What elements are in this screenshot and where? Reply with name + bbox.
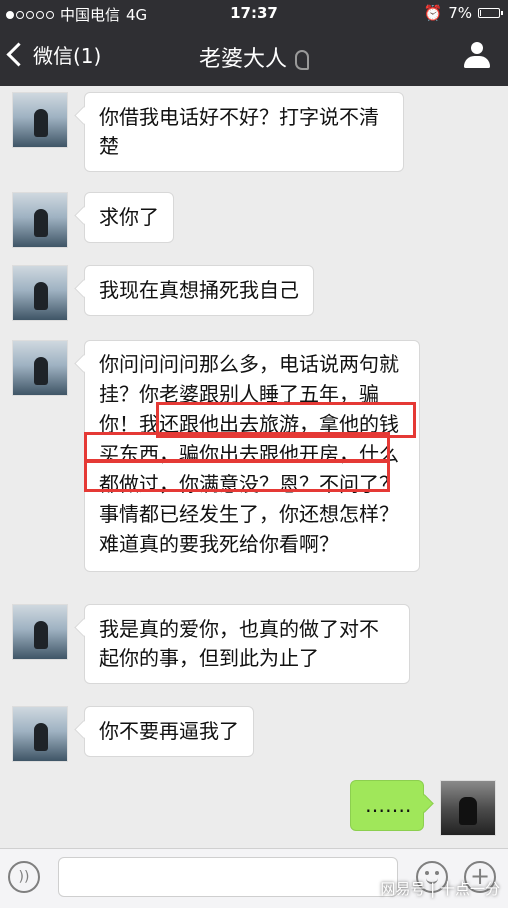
contact-avatar[interactable] xyxy=(12,265,68,321)
contact-avatar[interactable] xyxy=(12,706,68,762)
self-message-bubble[interactable]: ……. xyxy=(350,780,424,831)
contact-avatar[interactable] xyxy=(12,192,68,248)
contact-avatar[interactable] xyxy=(12,340,68,396)
voice-icon[interactable]: )) xyxy=(8,861,40,893)
message-row: 我是真的爱你，也真的做了对不起你的事，但到此为止了 xyxy=(12,604,410,684)
ear-icon xyxy=(295,50,309,70)
message-row: 你不要再逼我了 xyxy=(12,706,254,762)
self-avatar[interactable] xyxy=(440,780,496,836)
message-input[interactable] xyxy=(58,857,398,897)
self-message-row: ……. xyxy=(350,780,496,836)
status-bar: 中国电信 4G 17:37 ⏰ 7% xyxy=(0,0,508,26)
battery-icon xyxy=(478,8,503,18)
message-row: 你借我电话好不好？打字说不清楚 xyxy=(12,92,404,172)
message-bubble[interactable]: 你不要再逼我了 xyxy=(84,706,254,757)
chat-title-text: 老婆大人 xyxy=(198,47,287,72)
battery-percent: 7% xyxy=(448,4,472,22)
message-bubble[interactable]: 我是真的爱你，也真的做了对不起你的事，但到此为止了 xyxy=(84,604,410,684)
message-bubble[interactable]: 求你了 xyxy=(84,192,174,243)
contact-avatar[interactable] xyxy=(12,92,68,148)
navigation-bar: 微信(1) 老婆大人 xyxy=(0,26,508,86)
message-bubble[interactable]: 你借我电话好不好？打字说不清楚 xyxy=(84,92,404,172)
alarm-icon: ⏰ xyxy=(423,4,443,22)
person-icon[interactable] xyxy=(464,42,490,70)
message-row: 我现在真想捅死我自己 xyxy=(12,265,314,321)
chat-title: 老婆大人 xyxy=(0,41,508,73)
watermark: 网易号 | 十点一分 xyxy=(380,880,500,898)
message-row: 求你了 xyxy=(12,192,174,248)
message-bubble[interactable]: 我现在真想捅死我自己 xyxy=(84,265,314,316)
highlight-box xyxy=(84,460,390,492)
contact-avatar[interactable] xyxy=(12,604,68,660)
highlight-box xyxy=(84,432,390,462)
